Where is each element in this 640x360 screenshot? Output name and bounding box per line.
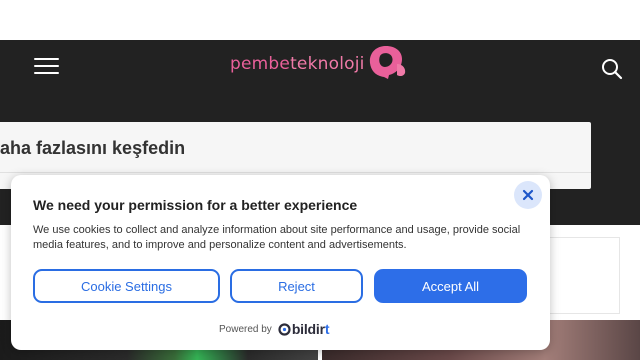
powered-by[interactable]: Powered by bildirt	[219, 321, 330, 337]
bildirt-brand: bildirt	[292, 321, 330, 337]
logo-text-teknoloji: teknoloji	[290, 54, 365, 74]
hamburger-menu-icon[interactable]	[34, 56, 60, 76]
discover-more-text: aha fazlasını keşfedin	[0, 138, 186, 158]
site-logo[interactable]: pembeteknoloji	[230, 42, 412, 82]
consent-body-text: We use cookies to collect and analyze in…	[33, 224, 521, 251]
reject-button[interactable]: Reject	[230, 269, 363, 303]
search-icon[interactable]	[600, 57, 624, 81]
powered-by-label: Powered by	[219, 323, 272, 335]
top-blank-area	[0, 0, 640, 40]
discover-divider	[0, 172, 591, 173]
cookie-settings-button[interactable]: Cookie Settings	[33, 269, 220, 303]
close-icon[interactable]	[514, 181, 542, 209]
logo-head-icon	[369, 46, 406, 79]
bildirt-brand-main: bildir	[291, 321, 325, 337]
bildirt-brand-suffix: t	[324, 321, 330, 337]
accept-all-button[interactable]: Accept All	[374, 269, 527, 303]
consent-title: We need your permission for a better exp…	[33, 197, 358, 213]
cookie-consent-dialog: We need your permission for a better exp…	[11, 175, 550, 350]
logo-text-pembe: pembe	[230, 54, 291, 74]
logo-text: pembeteknoloji	[230, 54, 365, 74]
bildirt-logo-icon	[278, 322, 291, 336]
